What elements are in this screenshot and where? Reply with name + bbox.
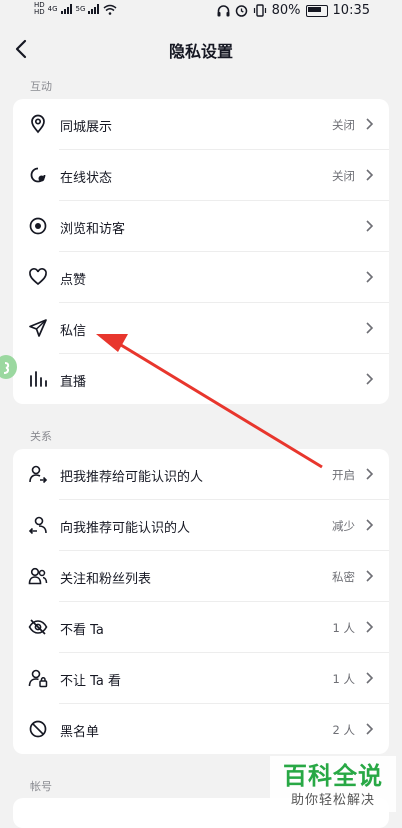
setting-row-live[interactable]: 直播: [13, 354, 389, 405]
wifi-icon: [103, 4, 117, 15]
setting-row-follow-fans-list[interactable]: 关注和粉丝列表 私密: [13, 551, 389, 602]
setting-label: 直播: [60, 375, 87, 390]
alarm-icon: [235, 5, 247, 17]
setting-label: 同城展示: [60, 120, 113, 135]
headphones-icon: [217, 4, 230, 16]
status-bar: HD HD 4G 5G 80% 10:35: [0, 0, 402, 22]
setting-label: 点赞: [60, 273, 87, 288]
setting-row-city-display[interactable]: 同城展示 关闭: [13, 99, 389, 150]
watermark-logo: 百科全说 助你轻松解决: [270, 756, 396, 812]
chevron-right-icon: [366, 373, 374, 385]
setting-row-browse-visitors[interactable]: 浏览和访客: [13, 201, 389, 252]
chevron-right-icon: [366, 672, 374, 684]
floating-assistant-icon[interactable]: [0, 354, 18, 380]
setting-row-likes[interactable]: 点赞: [13, 252, 389, 303]
setting-label: 在线状态: [60, 171, 113, 186]
setting-row-recommend-to-me[interactable]: 向我推荐可能认识的人 减少: [13, 500, 389, 551]
setting-label: 把我推荐给可能认识的人: [60, 470, 204, 485]
chevron-right-icon: [366, 621, 374, 633]
setting-label: 不看 Ta: [60, 623, 104, 638]
setting-row-blacklist[interactable]: 黑名单 2 人: [13, 704, 389, 755]
status-right: 80% 10:35: [217, 3, 370, 18]
chevron-right-icon: [366, 570, 374, 582]
setting-row-private-message[interactable]: 私信: [13, 303, 389, 354]
section-label-account: 帐号: [30, 780, 52, 793]
chevron-right-icon: [366, 220, 374, 232]
page-title: 隐私设置: [168, 42, 233, 61]
user-share-icon: [29, 465, 48, 484]
block-icon: [29, 720, 47, 738]
chevron-right-icon: [366, 723, 374, 735]
chevron-right-icon: [366, 169, 374, 181]
setting-value: 关闭: [332, 169, 355, 183]
chevron-right-icon: [366, 271, 374, 283]
setting-label: 私信: [60, 324, 87, 339]
setting-row-hide-from-ta[interactable]: 不让 Ta 看 1 人: [13, 653, 389, 704]
battery-percent: 80%: [271, 3, 301, 18]
live-bars-icon: [30, 371, 47, 387]
setting-label: 浏览和访客: [60, 222, 126, 237]
setting-row-recommend-me[interactable]: 把我推荐给可能认识的人 开启: [13, 449, 389, 500]
setting-label: 关注和粉丝列表: [60, 572, 152, 587]
setting-row-online-status[interactable]: 在线状态 关闭: [13, 150, 389, 201]
setting-row-hide-ta[interactable]: 不看 Ta 1 人: [13, 602, 389, 653]
user-recommend-icon: [28, 516, 47, 535]
watermark-title: 百科全说: [283, 762, 383, 790]
setting-label: 向我推荐可能认识的人: [60, 521, 191, 536]
interaction-card: 同城展示 关闭 在线状态 关闭 浏览和访客 点赞 私信 直播: [13, 99, 389, 404]
chevron-right-icon: [366, 468, 374, 480]
setting-value: 关闭: [332, 118, 355, 132]
chevron-right-icon: [366, 322, 374, 334]
section-label-relations: 关系: [30, 430, 52, 443]
users-icon: [28, 567, 48, 585]
network-indicators: HD HD 4G 5G: [34, 2, 117, 16]
relations-card: 把我推荐给可能认识的人 开启 向我推荐可能认识的人 减少 关注和粉丝列表 私密 …: [13, 449, 389, 754]
setting-value: 开启: [332, 468, 355, 482]
vibrate-icon: [253, 4, 266, 17]
setting-value: 私密: [332, 570, 355, 584]
clock: 10:35: [332, 3, 370, 18]
hd-label: HD: [34, 8, 45, 16]
watermark-subtitle: 助你轻松解决: [290, 793, 375, 808]
network-4g-label: 4G: [47, 4, 58, 13]
chevron-right-icon: [366, 118, 374, 130]
chevron-right-icon: [366, 519, 374, 531]
eye-icon: [29, 217, 47, 235]
location-pin-icon: [31, 114, 45, 134]
setting-value: 1 人: [332, 672, 355, 686]
setting-label: 不让 Ta 看: [60, 674, 122, 689]
navigation-bar: 隐私设置: [0, 30, 402, 70]
battery-icon: [305, 4, 328, 17]
online-status-icon: [30, 167, 46, 183]
heart-icon: [29, 268, 47, 286]
eye-off-icon: [28, 619, 48, 635]
setting-label: 黑名单: [60, 725, 100, 740]
network-5g-label: 5G: [75, 4, 86, 13]
signal-icon: [88, 4, 100, 14]
send-icon: [29, 319, 47, 337]
signal-icon: [60, 4, 73, 14]
user-lock-icon: [28, 669, 48, 688]
setting-value: 减少: [332, 519, 355, 533]
section-label-interaction: 互动: [30, 80, 52, 93]
setting-value: 1 人: [332, 621, 355, 635]
setting-value: 2 人: [332, 723, 355, 737]
